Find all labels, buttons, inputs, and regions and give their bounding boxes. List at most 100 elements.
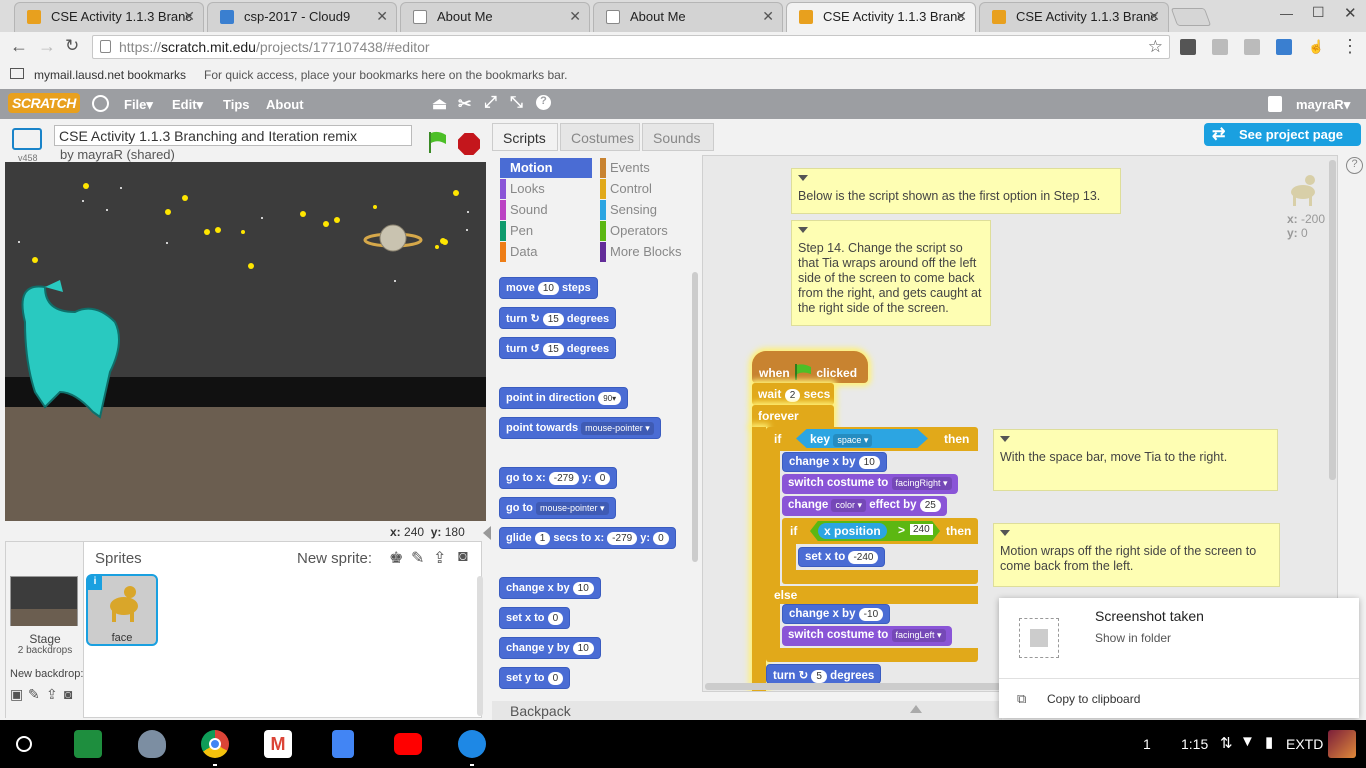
chrome-app-icon[interactable] (201, 730, 229, 758)
launcher-icon[interactable] (16, 736, 32, 752)
grow-icon[interactable]: ⤢ (484, 94, 497, 112)
browser-tab[interactable]: About Me ✕ (400, 2, 590, 32)
upload-sprite-icon[interactable]: ⇪ (433, 548, 446, 568)
backpack-bar[interactable]: Backpack (492, 701, 1002, 721)
block-goto[interactable]: go to mouse-pointer ▾ (499, 497, 616, 519)
collapse-arrow-icon[interactable] (1000, 436, 1010, 442)
close-window-icon[interactable]: ✕ (1344, 4, 1357, 22)
paint-new-sprite-icon[interactable]: ✎ (411, 548, 424, 568)
tab-costumes[interactable]: Costumes (560, 123, 640, 151)
maximize-icon[interactable]: ☐ (1312, 4, 1325, 21)
tab-scripts[interactable]: Scripts (492, 123, 558, 151)
extension-c-gray-icon[interactable] (1212, 39, 1228, 55)
gmail-app-icon[interactable]: M (264, 730, 292, 758)
google-classroom-app-icon[interactable] (74, 730, 102, 758)
browser-tab[interactable]: CSE Activity 1.1.3 Branc ✕ (979, 2, 1169, 32)
duplicate-stamp-icon[interactable]: ⏏ (432, 94, 447, 114)
collapse-arrow-icon[interactable] (798, 175, 808, 181)
stage-resize-arrow-icon[interactable] (483, 526, 491, 540)
google-docs-app-icon[interactable] (332, 730, 354, 758)
sprite-thumbnail-face[interactable]: i face (86, 574, 158, 646)
category-events[interactable]: Events (600, 158, 690, 178)
globe-icon[interactable] (92, 95, 109, 112)
forward-arrow-icon[interactable]: → (38, 36, 56, 57)
stop-sign-icon[interactable] (458, 133, 480, 155)
close-icon[interactable]: ✕ (1148, 8, 1160, 25)
collapse-arrow-icon[interactable] (1000, 530, 1010, 536)
browser-tab[interactable]: About Me ✕ (593, 2, 783, 32)
category-data[interactable]: Data (500, 242, 590, 262)
bookmark-folder-label[interactable]: mymail.lausd.net bookmarks (34, 68, 186, 82)
x-position-reporter[interactable]: x position (818, 523, 887, 539)
block-point-towards[interactable]: point towards mouse-pointer ▾ (499, 417, 661, 439)
key-pressed-sensing-block[interactable]: key space ▾ pressed? (796, 429, 928, 448)
block-turn-left[interactable]: turn ↺ 15 degrees (499, 337, 617, 359)
change-x-negative-block[interactable]: change x by -10 (782, 604, 891, 624)
fullscreen-icon[interactable] (12, 128, 42, 150)
menu-edit[interactable]: Edit▾ (172, 97, 203, 113)
category-operators[interactable]: Operators (600, 221, 690, 241)
if-key-pressed-block[interactable]: if key space ▾ pressed? then (766, 427, 978, 451)
scratch-logo[interactable]: SCRATCH (8, 93, 80, 113)
help-icon[interactable]: ? (1346, 157, 1363, 174)
extension-g-icon[interactable] (1244, 39, 1260, 55)
change-color-effect-block[interactable]: change color ▾ effect by 25 (782, 496, 947, 516)
extension-c-icon[interactable] (1180, 39, 1196, 55)
menu-tips[interactable]: Tips (223, 97, 250, 112)
switch-costume-right-block[interactable]: switch costume to facingRight ▾ (782, 474, 958, 494)
close-icon[interactable]: ✕ (183, 8, 195, 25)
set-x-block[interactable]: set x to -240 (798, 547, 886, 567)
menu-about[interactable]: About (266, 97, 304, 112)
notification-count[interactable]: 1 (1143, 736, 1151, 752)
minimize-icon[interactable]: — (1280, 6, 1293, 21)
security-shield-app-icon[interactable] (138, 730, 166, 758)
back-arrow-icon[interactable]: ← (10, 36, 28, 57)
block-change-y[interactable]: change y by 10 (499, 637, 601, 659)
reload-icon[interactable]: ↻ (65, 36, 79, 56)
block-set-y[interactable]: set y to 0 (499, 667, 571, 689)
turn-degrees-block[interactable]: turn ↻ 5 degrees (766, 664, 882, 684)
script-horizontal-scrollbar[interactable] (705, 683, 1001, 690)
extension-hand-icon[interactable]: ☝ (1308, 39, 1324, 55)
wait-block[interactable]: wait 2 secs (752, 383, 834, 405)
when-flag-clicked-block[interactable]: when clicked (752, 351, 868, 383)
show-in-folder-link[interactable]: Show in folder (1095, 631, 1171, 645)
chrome-menu-icon[interactable]: ⋮ (1341, 36, 1359, 57)
block-set-x[interactable]: set x to 0 (499, 607, 571, 629)
change-x-block[interactable]: change x by 10 (782, 452, 887, 472)
comment-note[interactable]: Motion wraps off the right side of the s… (993, 523, 1280, 587)
project-title-input[interactable] (54, 125, 412, 146)
block-move-steps[interactable]: move 10 steps (499, 277, 598, 299)
user-menu[interactable]: mayraR▾ (1296, 97, 1350, 113)
paint-backdrop-icon[interactable]: ✎ (28, 686, 40, 703)
category-more-blocks[interactable]: More Blocks (600, 242, 690, 262)
browser-tab[interactable]: csp-2017 - Cloud9 ✕ (207, 2, 397, 32)
switch-costume-left-block[interactable]: switch costume to facingLeft ▾ (782, 626, 952, 646)
menu-file[interactable]: File▾ (124, 97, 153, 113)
extension-blue-icon[interactable] (1276, 39, 1292, 55)
page-info-icon[interactable] (100, 40, 111, 53)
close-icon[interactable]: ✕ (376, 8, 388, 25)
forever-block[interactable]: forever (752, 405, 834, 427)
palette-scrollbar[interactable] (692, 272, 698, 562)
clock[interactable]: 1:15 (1181, 736, 1208, 752)
files-app-icon[interactable] (458, 730, 486, 758)
youtube-app-icon[interactable] (394, 733, 422, 755)
comment-note[interactable]: Below is the script shown as the first o… (791, 168, 1121, 214)
comment-note[interactable]: With the space bar, move Tia to the righ… (993, 429, 1278, 491)
sprites-scrollbar[interactable] (477, 576, 483, 716)
greater-than-operator-block[interactable]: x position >240 (810, 521, 940, 541)
stage-thumbnail[interactable] (10, 576, 78, 626)
category-sensing[interactable]: Sensing (600, 200, 690, 220)
sprite-info-icon[interactable]: i (88, 576, 102, 590)
address-bar[interactable]: https://scratch.mit.edu/projects/1771074… (92, 35, 1170, 59)
upload-backdrop-icon[interactable]: ⇪ (46, 686, 58, 703)
category-pen[interactable]: Pen (500, 221, 590, 241)
shrink-icon[interactable]: ⤡ (510, 94, 523, 112)
comment-note[interactable]: Step 14. Change the script so that Tia w… (791, 220, 991, 326)
category-looks[interactable]: Looks (500, 179, 590, 199)
close-icon[interactable]: ✕ (762, 8, 774, 25)
script-vertical-scrollbar[interactable] (1329, 160, 1336, 480)
tab-sounds[interactable]: Sounds (642, 123, 714, 151)
browser-tab[interactable]: CSE Activity 1.1.3 Branc ✕ (14, 2, 204, 32)
